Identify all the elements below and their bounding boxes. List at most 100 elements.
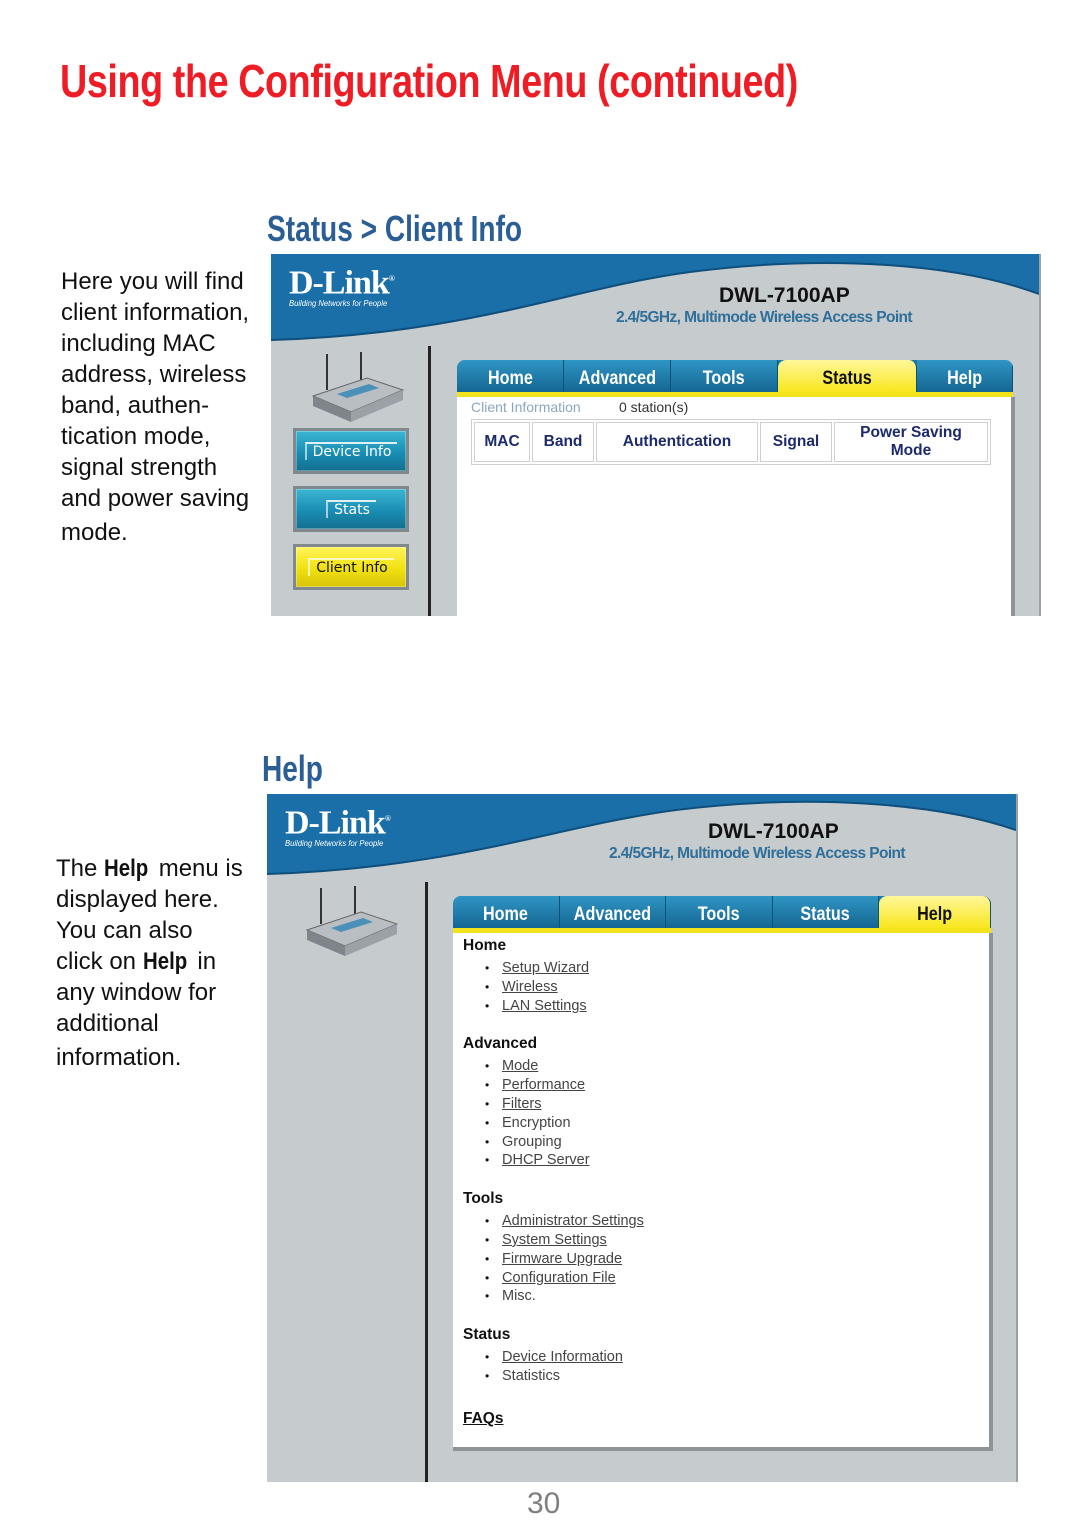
desc-line: information. [56, 1044, 182, 1071]
help-link-system-settings[interactable]: System Settings [502, 1232, 607, 1248]
desc-line: displayed here. [56, 886, 219, 913]
help-item[interactable]: Device Information [485, 1348, 644, 1367]
column-mac: MAC [474, 422, 530, 462]
registered-mark: ® [388, 274, 395, 283]
device-info-button[interactable]: Device Info [293, 428, 409, 474]
help-link-firmware-upgrade[interactable]: Firmware Upgrade [502, 1251, 622, 1267]
help-index: Home Setup Wizard Wireless LAN Settings … [463, 937, 644, 1432]
help-item[interactable]: LAN Settings [485, 997, 644, 1016]
help-link-filters[interactable]: Filters [502, 1096, 541, 1112]
help-link-device-information[interactable]: Device Information [502, 1349, 623, 1365]
help-link-wireless[interactable]: Wireless [502, 979, 558, 995]
desc-line: address, wireless [61, 361, 247, 388]
help-item[interactable]: Setup Wizard [485, 959, 644, 978]
help-item[interactable]: Administrator Settings [485, 1212, 644, 1231]
tab-status[interactable]: Status [777, 360, 917, 394]
help-group-status: Status Device Information Statistics [463, 1326, 644, 1386]
stats-button[interactable]: Stats [293, 486, 409, 532]
desc-line: mode. [61, 519, 128, 546]
help-item[interactable]: System Settings [485, 1231, 644, 1250]
brand-tagline: Building Networks for People [289, 298, 388, 309]
station-count: 0 station(s) [619, 399, 689, 415]
help-item[interactable]: DHCP Server [485, 1151, 644, 1170]
help-group-tools: Tools Administrator Settings System Sett… [463, 1190, 644, 1306]
desc-line: click on Help in [56, 948, 217, 975]
help-group-advanced: Advanced Mode Performance Filters Encryp… [463, 1035, 644, 1170]
help-link-dhcp-server[interactable]: DHCP Server [502, 1152, 590, 1168]
desc-line: including MAC [61, 330, 216, 357]
help-link-setup-wizard[interactable]: Setup Wizard [502, 960, 589, 976]
tab-advanced[interactable]: Advanced [559, 896, 667, 930]
desc-line: You can also [56, 917, 193, 944]
sidebar-divider [428, 346, 431, 616]
help-group-home: Home Setup Wizard Wireless LAN Settings [463, 937, 644, 1015]
desc-line: tication mode, [61, 423, 211, 450]
desc-line: Here you will find [61, 268, 244, 295]
client-table: MAC Band Authentication Signal Power Sav… [471, 419, 991, 465]
help-item[interactable]: Wireless [485, 978, 644, 997]
column-signal: Signal [760, 422, 832, 462]
help-link-configuration-file[interactable]: Configuration File [502, 1270, 616, 1286]
client-info-section-heading: Status > Client Info [267, 208, 523, 249]
dlink-logo: D-Link® Building Networks for People [289, 262, 398, 309]
desc-line: client information, [61, 299, 250, 326]
client-information-label: Client Information [471, 399, 581, 415]
router-icon [305, 886, 399, 956]
help-text-encryption: Encryption [502, 1114, 571, 1131]
client-info-content: Client Information 0 station(s) MAC Band… [457, 397, 1015, 616]
column-band: Band [532, 422, 594, 462]
faqs-link[interactable]: FAQs [463, 1410, 644, 1432]
tab-help[interactable]: Help [916, 360, 1013, 394]
help-link-performance[interactable]: Performance [502, 1077, 585, 1093]
help-heading: Tools [463, 1190, 504, 1208]
help-heading: Home [463, 937, 507, 954]
desc-line: additional [56, 1010, 159, 1037]
help-item[interactable]: Firmware Upgrade [485, 1250, 644, 1269]
column-power-saving-mode: Power Saving Mode [834, 422, 988, 462]
desc-line: signal strength [61, 454, 218, 481]
tab-home[interactable]: Home [453, 896, 560, 930]
dlink-logo: D-Link® Building Networks for People [285, 802, 394, 849]
desc-line: band, authen- [61, 392, 210, 419]
help-link-administrator-settings[interactable]: Administrator Settings [502, 1213, 644, 1229]
registered-mark: ® [384, 814, 391, 823]
help-text-misc: Misc. [502, 1288, 536, 1305]
header-banner: D-Link® Building Networks for People DWL… [267, 794, 1016, 880]
sidebar-divider [425, 882, 428, 1482]
router-icon [311, 352, 405, 422]
help-text-statistics: Statistics [502, 1367, 561, 1384]
help-heading: Status [463, 1326, 511, 1344]
tab-help[interactable]: Help [879, 896, 991, 930]
help-link-mode[interactable]: Mode [502, 1058, 538, 1074]
help-item: Encryption [485, 1114, 644, 1133]
desc-line: any window for [56, 979, 217, 1006]
help-item: Misc. [485, 1287, 644, 1306]
help-item[interactable]: Filters [485, 1095, 644, 1114]
help-screenshot: D-Link® Building Networks for People DWL… [267, 794, 1018, 1482]
help-item[interactable]: Performance [485, 1076, 644, 1095]
model-subtitle: 2.4/5GHz, Multimode Wireless Access Poin… [609, 845, 906, 862]
tab-tools[interactable]: Tools [666, 896, 773, 930]
desc-line: The Help menu is [56, 855, 243, 882]
help-section-heading: Help [262, 748, 323, 789]
help-heading: Advanced [463, 1035, 538, 1053]
help-item[interactable]: Mode [485, 1057, 644, 1076]
column-authentication: Authentication [596, 422, 758, 462]
tab-advanced[interactable]: Advanced [563, 360, 671, 394]
tab-tools[interactable]: Tools [670, 360, 778, 394]
tab-home[interactable]: Home [457, 360, 564, 394]
main-tabs: Home Advanced Tools Status Help [453, 896, 991, 930]
brand-name: D-Link [285, 804, 386, 842]
tab-status[interactable]: Status [772, 896, 880, 930]
help-item: Grouping [485, 1133, 644, 1152]
help-content: Home Setup Wizard Wireless LAN Settings … [453, 933, 993, 1451]
brand-tagline: Building Networks for People [285, 838, 384, 849]
help-item[interactable]: Configuration File [485, 1269, 644, 1288]
help-link-lan-settings[interactable]: LAN Settings [502, 998, 587, 1014]
client-info-button[interactable]: Client Info [293, 544, 409, 590]
help-description: The Help menu is displayed here. You can… [56, 853, 243, 1073]
page-number: 30 [527, 1487, 561, 1520]
header-banner: D-Link® Building Networks for People DWL… [271, 254, 1039, 346]
client-table-header: MAC Band Authentication Signal Power Sav… [474, 422, 988, 462]
main-tabs: Home Advanced Tools Status Help [457, 360, 1013, 394]
